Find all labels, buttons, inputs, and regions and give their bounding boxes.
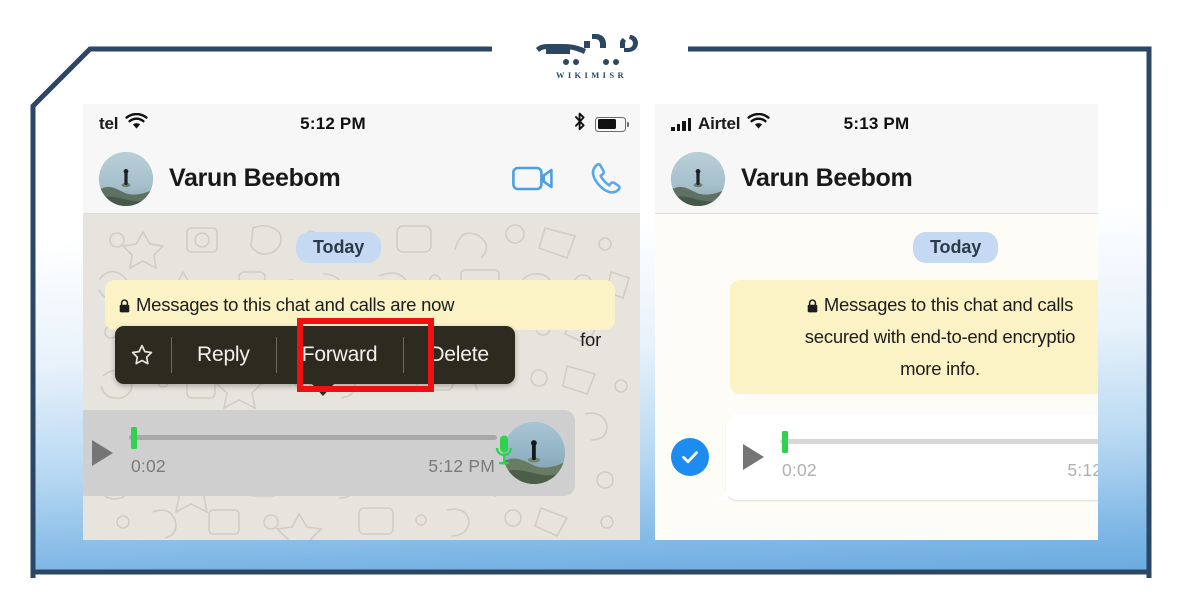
audio-message-row-right: 0:02 5:12 PM bbox=[671, 414, 1098, 500]
audio-message-bubble[interactable]: 0:02 5:12 PM bbox=[83, 410, 575, 496]
audio-track-column: 0:02 5:12 PM bbox=[780, 427, 1098, 487]
contact-avatar[interactable] bbox=[671, 151, 725, 206]
audio-sender-badge bbox=[495, 422, 565, 484]
status-bar-left-group: Airtel bbox=[671, 112, 770, 135]
page-root: tel 5:12 PM Varun Beebom Today Messages … bbox=[0, 0, 1180, 600]
battery-icon bbox=[595, 116, 630, 132]
encryption-text-line2: for bbox=[580, 329, 601, 350]
audio-timestamp: 5:12 PM bbox=[1067, 460, 1098, 480]
encryption-notice-right: Messages to this chat and calls secured … bbox=[730, 280, 1098, 394]
day-divider-left: Today bbox=[296, 232, 382, 263]
contact-name: Varun Beebom bbox=[169, 164, 341, 192]
audio-duration: 0:02 bbox=[131, 456, 166, 476]
context-menu-item-forward[interactable]: Forward bbox=[275, 326, 404, 384]
encryption-notice-left: Messages to this chat and calls are now … bbox=[105, 280, 615, 350]
audio-track-column: 0:02 5:12 PM bbox=[129, 423, 497, 483]
chat-header-right: Varun Beebom bbox=[655, 144, 1098, 214]
header-actions-left bbox=[512, 161, 624, 197]
star-outline-icon[interactable] bbox=[115, 326, 171, 384]
wifi-icon bbox=[125, 112, 148, 135]
phone-screenshot-right: Airtel 5:13 PM Varun Beebom Today Messag… bbox=[655, 104, 1098, 540]
status-bar-right: Airtel 5:13 PM bbox=[655, 104, 1098, 144]
lock-icon bbox=[119, 291, 130, 313]
wikimisr-logo: WIKIMISR bbox=[492, 22, 688, 88]
chat-body-left: Today Messages to this chat and calls ar… bbox=[83, 214, 640, 540]
signal-bars-icon bbox=[671, 117, 691, 131]
carrier-label: tel bbox=[99, 114, 119, 133]
logo-arabic-mark bbox=[536, 33, 638, 65]
audio-duration: 0:02 bbox=[782, 460, 817, 480]
play-icon[interactable] bbox=[89, 438, 115, 468]
audio-message-bubble[interactable]: 0:02 5:12 PM bbox=[718, 414, 1098, 500]
encryption-text-line1: Messages to this chat and calls bbox=[823, 294, 1074, 315]
contact-name: Varun Beebom bbox=[741, 164, 913, 192]
day-divider-right: Today bbox=[913, 232, 999, 263]
play-icon[interactable] bbox=[740, 442, 766, 472]
encryption-text-line2: secured with end-to-end encryptio bbox=[804, 326, 1076, 347]
audio-meta-row: 0:02 5:12 PM bbox=[782, 460, 1098, 481]
status-bar-right-group bbox=[574, 112, 630, 136]
audio-message-row-left: 0:02 5:12 PM bbox=[83, 410, 575, 496]
phone-call-icon[interactable] bbox=[588, 161, 624, 197]
wifi-icon bbox=[747, 112, 770, 135]
microphone-icon bbox=[495, 434, 513, 468]
bluetooth-icon bbox=[574, 112, 586, 136]
status-bar-left-group: tel bbox=[99, 112, 148, 135]
status-time-left: 5:12 PM bbox=[300, 114, 366, 133]
audio-progress-handle[interactable] bbox=[782, 431, 788, 453]
context-menu-item-delete[interactable]: Delete bbox=[403, 326, 515, 384]
screenshot-pair: tel 5:12 PM Varun Beebom Today Messages … bbox=[28, 44, 1154, 578]
audio-meta-row: 0:02 5:12 PM bbox=[131, 456, 495, 477]
encryption-text-line3: more info. bbox=[900, 358, 980, 379]
chat-header-left: Varun Beebom bbox=[83, 144, 640, 214]
phone-screenshot-left: tel 5:12 PM Varun Beebom Today Messages … bbox=[83, 104, 640, 540]
audio-progress-track[interactable] bbox=[129, 435, 497, 440]
message-context-menu[interactable]: Reply Forward Delete bbox=[115, 318, 515, 396]
status-bar-left: tel 5:12 PM bbox=[83, 104, 640, 144]
decorative-frame: tel 5:12 PM Varun Beebom Today Messages … bbox=[28, 44, 1154, 578]
context-menu-item-reply[interactable]: Reply bbox=[171, 326, 276, 384]
audio-timestamp: 5:12 PM bbox=[428, 456, 495, 476]
audio-progress-handle[interactable] bbox=[131, 427, 137, 449]
context-menu-pointer bbox=[311, 383, 335, 396]
carrier-label: Airtel bbox=[698, 114, 741, 133]
video-call-icon[interactable] bbox=[512, 165, 554, 192]
logo-wordmark: WIKIMISR bbox=[555, 69, 628, 80]
audio-progress-track[interactable] bbox=[780, 439, 1098, 444]
encryption-text-line1: Messages to this chat and calls are now bbox=[136, 294, 455, 315]
chat-body-right: Today Messages to this chat and calls se… bbox=[655, 214, 1098, 540]
lock-icon bbox=[807, 291, 818, 313]
check-circle-icon[interactable] bbox=[671, 438, 709, 476]
contact-avatar[interactable] bbox=[99, 151, 153, 206]
